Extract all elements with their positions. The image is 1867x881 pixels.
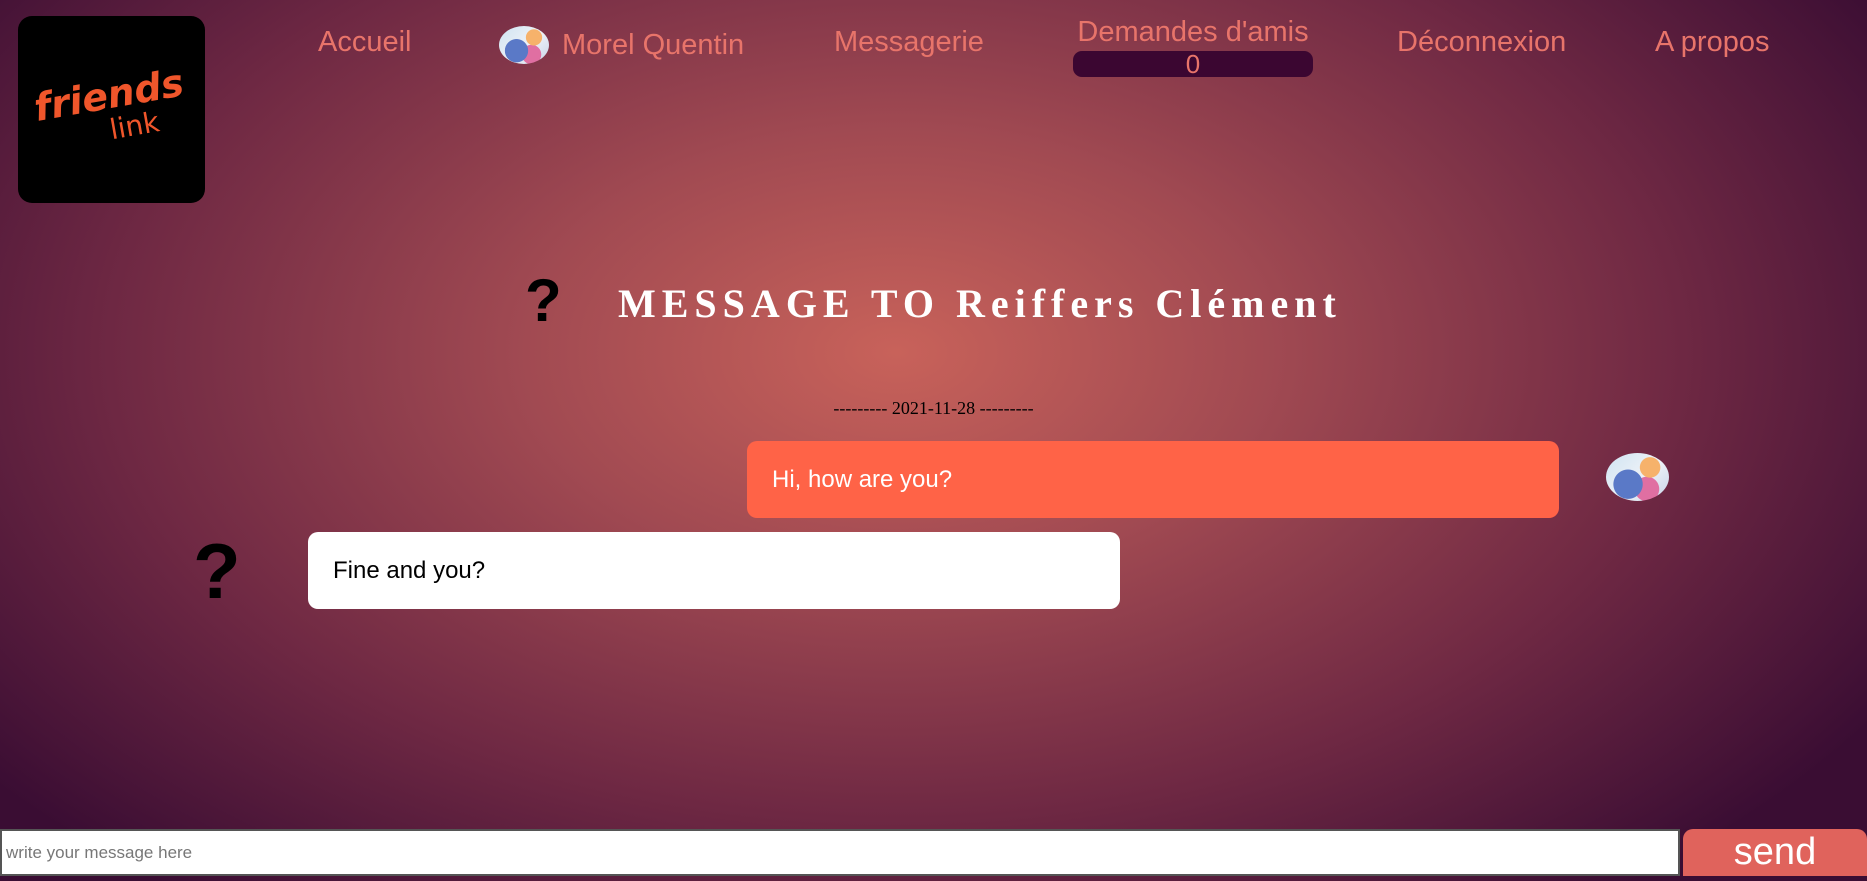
nav-logout[interactable]: Déconnexion xyxy=(1397,26,1566,59)
message-bubble-received: Fine and you? xyxy=(308,532,1120,609)
conversation-header: ? MESSAGE TO Reiffers Clément xyxy=(0,267,1867,340)
friend-requests-count-badge: 0 xyxy=(1073,51,1313,77)
nav-messages[interactable]: Messagerie xyxy=(834,26,984,59)
send-button[interactable]: send xyxy=(1683,829,1867,876)
message-input[interactable] xyxy=(0,829,1680,876)
sender-avatar xyxy=(1606,453,1669,501)
contact-message-avatar-icon: ? xyxy=(193,527,241,615)
app-logo[interactable]: friends link xyxy=(18,16,205,203)
nav-profile[interactable]: Morel Quentin xyxy=(499,26,744,64)
nav-friend-requests[interactable]: Demandes d'amis 0 xyxy=(1073,16,1313,77)
message-text: Hi, how are you? xyxy=(772,465,953,493)
page-title: MESSAGE TO Reiffers Clément xyxy=(618,281,1342,326)
nav-about[interactable]: A propos xyxy=(1655,26,1769,59)
contact-avatar-placeholder-icon: ? xyxy=(525,267,562,334)
message-composer: send xyxy=(0,829,1867,881)
friend-requests-label: Demandes d'amis xyxy=(1077,16,1309,48)
date-separator-text: --------- 2021-11-28 --------- xyxy=(833,398,1034,418)
nav-home[interactable]: Accueil xyxy=(318,26,412,59)
nav-profile-name: Morel Quentin xyxy=(562,28,745,61)
date-separator: --------- 2021-11-28 --------- xyxy=(0,398,1867,419)
profile-avatar xyxy=(499,26,549,64)
message-bubble-sent: Hi, how are you? xyxy=(747,441,1559,518)
message-text: Fine and you? xyxy=(333,556,486,584)
logo-wordmark: friends link xyxy=(31,60,191,156)
